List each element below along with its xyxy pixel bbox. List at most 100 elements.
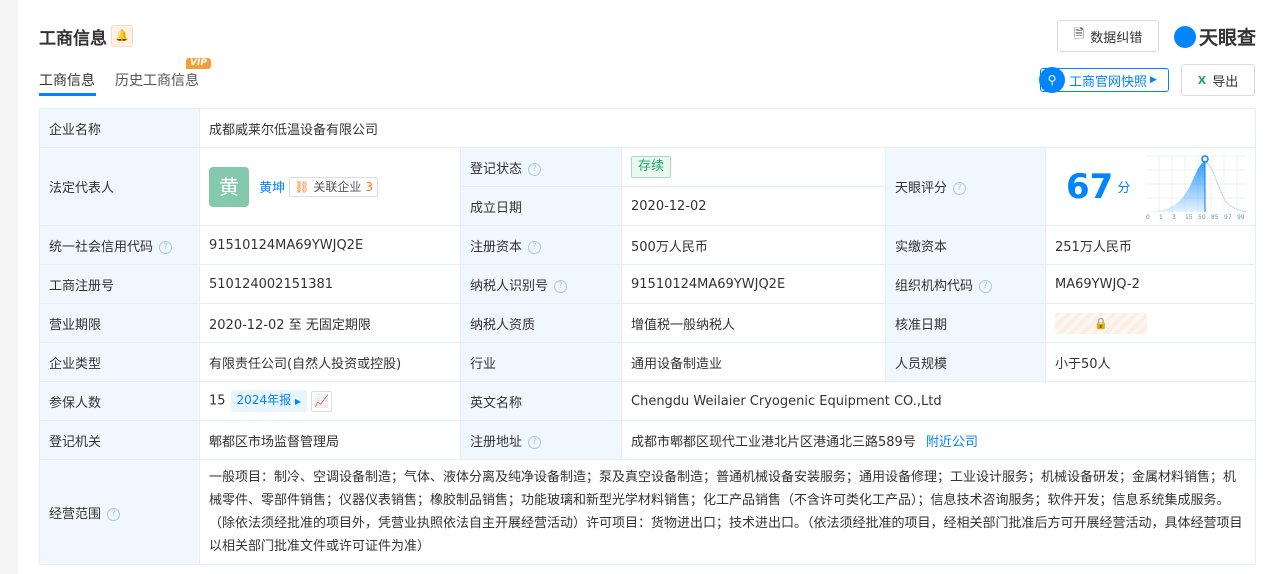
logo-text: 天眼查	[1199, 27, 1257, 49]
logo-icon	[1174, 25, 1196, 48]
score-label: 天眼评分	[895, 181, 948, 196]
staff-size-label: 人员规模	[885, 342, 1046, 382]
org-code-label-cell: 组织机构代码?	[885, 264, 1046, 304]
tab-business-info[interactable]: 工商信息	[39, 70, 95, 90]
paid-capital-label: 实缴资本	[885, 225, 1046, 265]
term-label: 营业期限	[39, 303, 200, 343]
score-unit: 分	[1117, 181, 1131, 196]
business-info-table: 企业名称 成都威莱尔低温设备有限公司 法定代表人 黄 黄坤 ⛓ 关联企业 3 登记…	[39, 108, 1257, 565]
taxpayer-id-label-cell: 纳税人识别号?	[460, 264, 622, 304]
table-row: 统一社会信用代码? 91510124MA69YWJQ2E 注册资本? 500万人民币…	[39, 225, 1257, 265]
reg-capital-label: 注册资本	[470, 239, 523, 255]
related-companies-button[interactable]: ⛓ 关联企业 3	[289, 176, 378, 197]
address-cell: 成都市郫都区现代工业港北片区港通北三路589号 附近公司	[620, 420, 1257, 460]
taxpayer-id-label: 纳税人识别号	[470, 278, 549, 294]
help-icon[interactable]: ?	[528, 240, 542, 254]
insured-value: 15	[209, 393, 226, 409]
help-icon[interactable]: ?	[159, 240, 173, 254]
status-label: 登记状态	[470, 161, 523, 177]
table-row: 工商注册号 510124002151381 纳税人识别号? 91510124MA69…	[39, 264, 1257, 304]
score-tick-label: 15	[1185, 214, 1193, 220]
credit-code-label-cell: 统一社会信用代码?	[39, 225, 200, 265]
bell-icon[interactable]: 🔔	[111, 25, 133, 47]
reg-capital-label-cell: 注册资本?	[460, 225, 622, 265]
help-icon[interactable]: ?	[528, 435, 542, 449]
legal-rep-cell: 黄 黄坤 ⛓ 关联企业 3	[199, 147, 461, 226]
approval-date-cell: 🔒	[1044, 303, 1257, 343]
taxpayer-type-value: 增值税一般纳税人	[621, 303, 886, 343]
table-row: 参保人数 15 2024年报 ▶ 📈 英文名称 Chengdu Weilaier Cr…	[39, 381, 1257, 421]
help-icon[interactable]: ?	[107, 507, 121, 521]
active-tab-indicator	[39, 93, 96, 96]
legal-rep-name-link[interactable]: 黄坤	[259, 181, 285, 196]
tianyancha-logo: 天眼查	[1174, 23, 1256, 50]
score-distribution-chart: 0131550859799100	[1146, 154, 1247, 220]
related-label: 关联企业	[313, 179, 362, 194]
snapshot-label: 工商官网快照	[1069, 74, 1148, 90]
score-tick-label: 1	[1159, 214, 1163, 220]
table-row: 营业期限 2020-12-02 至 无固定期限 纳税人资质 增值税一般纳税人 核准日…	[39, 303, 1257, 343]
org-code-label: 组织机构代码	[895, 278, 974, 294]
vip-badge: VIP	[186, 58, 211, 69]
help-icon[interactable]: ?	[953, 182, 967, 195]
scope-label-cell: 经营范围?	[39, 459, 200, 565]
relation-icon: ⛓	[294, 179, 310, 194]
data-correction-button[interactable]: 🗎 数据纠错	[1057, 20, 1159, 52]
english-name-label: 英文名称	[460, 381, 622, 421]
annual-report-button[interactable]: 2024年报 ▶	[230, 390, 308, 412]
scope-label: 经营范围	[49, 506, 102, 522]
status-label-cell: 登记状态?	[460, 147, 622, 187]
reg-no-value: 510124002151381	[199, 264, 461, 304]
founded-label: 成立日期	[460, 186, 622, 226]
score-tick-label: 97	[1224, 214, 1232, 220]
address-label: 注册地址	[470, 434, 523, 450]
taxpayer-type-label: 纳税人资质	[460, 303, 622, 343]
founded-value: 2020-12-02	[621, 186, 886, 226]
trend-chart-icon[interactable]: 📈	[311, 390, 333, 412]
score-tick-label: 0	[1146, 214, 1150, 220]
address-value: 成都市郫都区现代工业港北片区港通北三路589号	[631, 434, 916, 450]
score-tick-label: 3	[1172, 214, 1176, 220]
score-tick-label: 85	[1211, 214, 1219, 220]
industry-label: 行业	[460, 342, 622, 382]
nearby-companies-link[interactable]: 附近公司	[926, 435, 978, 450]
insured-label: 参保人数	[39, 381, 200, 421]
document-icon: 🗎	[1073, 27, 1085, 42]
table-row: 登记机关 郫都区市场监督管理局 注册地址? 成都市郫都区现代工业港北片区港通北三路…	[39, 420, 1257, 460]
score-cell[interactable]: 67分 0131550859799100	[1044, 147, 1257, 226]
authority-value: 郫都区市场监督管理局	[199, 420, 461, 460]
insured-cell: 15 2024年报 ▶ 📈	[199, 381, 461, 421]
export-button[interactable]: X 导出	[1181, 64, 1255, 96]
authority-label: 登记机关	[39, 420, 200, 460]
lock-icon[interactable]: 🔒	[1055, 312, 1147, 334]
taxpayer-id-value: 91510124MA69YWJQ2E	[621, 264, 886, 304]
score-tick-label: 99	[1237, 214, 1245, 220]
paid-capital-value: 251万人民币	[1044, 225, 1257, 265]
company-name-label: 企业名称	[39, 108, 200, 148]
score-label-cell: 天眼评分?	[885, 147, 1046, 226]
help-icon[interactable]: ?	[979, 279, 993, 293]
related-count: 3	[365, 179, 373, 194]
help-icon[interactable]: ?	[528, 162, 542, 176]
staff-size-value: 小于50人	[1044, 342, 1257, 382]
tab-history-info[interactable]: 历史工商信息	[115, 70, 199, 90]
table-row: 企业类型 有限责任公司(自然人投资或控股) 行业 通用设备制造业 人员规模 小于50人	[39, 342, 1257, 382]
help-icon[interactable]: ?	[554, 279, 568, 293]
section-title: 工商信息	[39, 29, 107, 49]
term-value: 2020-12-02 至 无固定期限	[199, 303, 461, 343]
reg-capital-value: 500万人民币	[621, 225, 886, 265]
credit-code-label: 统一社会信用代码	[49, 239, 154, 255]
status-cell: 存续	[621, 147, 886, 187]
table-row: 企业名称 成都威莱尔低温设备有限公司	[39, 108, 1257, 148]
english-name-value: Chengdu Weilaier Cryogenic Equipment CO.…	[620, 381, 1257, 421]
official-snapshot-button[interactable]: ⚲ 工商官网快照 ▶	[1039, 67, 1169, 93]
avatar: 黄	[209, 166, 249, 207]
score-value: 67	[1066, 166, 1114, 207]
annual-report-label: 2024年报	[236, 393, 292, 407]
status-badge: 存续	[631, 156, 672, 178]
table-row: 法定代表人 黄 黄坤 ⛓ 关联企业 3 登记状态? 存续 天眼评分? 67 分 0…	[39, 147, 1257, 226]
credit-code-value: 91510124MA69YWJQ2E	[199, 225, 461, 265]
industry-value: 通用设备制造业	[621, 342, 886, 382]
company-name-value: 成都威莱尔低温设备有限公司	[198, 108, 1257, 148]
caret-right-icon: ▶	[1150, 75, 1157, 85]
